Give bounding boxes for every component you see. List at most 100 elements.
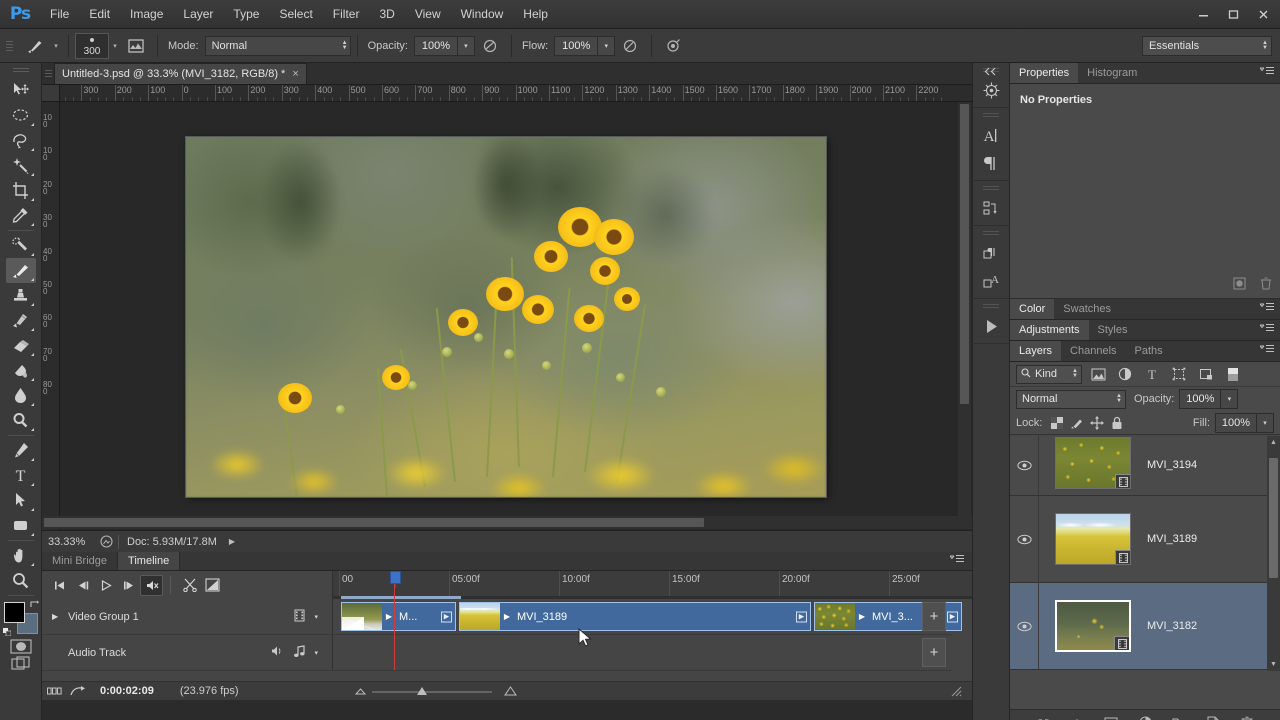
previous-frame-button[interactable] [71,575,94,596]
layer-kind-select[interactable]: Kind ▲ ▼ [1016,364,1082,384]
menu-edit[interactable]: Edit [79,4,120,24]
clip-end-marker-icon[interactable]: ▶ [947,611,958,622]
panel-menu-icon[interactable] [949,554,964,567]
new-layer-button[interactable] [1204,714,1222,720]
trash-icon[interactable] [1260,277,1272,293]
clone-stamp-tool[interactable] [6,283,36,308]
dodge-tool[interactable] [6,408,36,433]
document-tab[interactable]: Untitled-3.psd @ 33.3% (MVI_3182, RGB/8)… [54,63,307,84]
delete-layer-button[interactable] [1238,714,1256,720]
timeline-zoom-slider[interactable] [372,687,492,696]
tablet-pressure-icon[interactable] [658,33,689,58]
collapse-panels-icon[interactable] [974,63,1008,79]
layers-scrollbar[interactable]: ▲ ▼ [1267,436,1280,671]
tab-adjustments[interactable]: Adjustments [1010,320,1089,340]
expand-track-triangle-icon[interactable]: ▶ [52,612,68,621]
go-to-first-frame-button[interactable] [48,575,71,596]
clip-end-marker-icon[interactable]: ▶ [796,611,807,622]
rail-paragraph-button[interactable] [976,149,1006,177]
track-body-video[interactable]: ▶ M... ▶ ▶ MVI_3189 ▶ ▶ MVI_3... ▶ + [332,599,962,635]
close-icon[interactable] [1249,4,1278,26]
panel-menu-icon[interactable] [1259,302,1274,315]
next-frame-button[interactable] [117,575,140,596]
lock-all-button[interactable] [1107,414,1127,432]
lock-image-pixels-button[interactable] [1067,414,1087,432]
filter-toggle-button[interactable] [1222,364,1244,384]
filter-adjustment-button[interactable] [1114,364,1136,384]
tab-timeline[interactable]: Timeline [117,552,181,570]
menu-view[interactable]: View [405,4,451,24]
healing-brush-tool[interactable] [6,233,36,258]
lock-transparent-pixels-button[interactable] [1047,414,1067,432]
brush-preset-picker-icon[interactable] [121,33,151,58]
layer-fill-input[interactable]: 100% [1215,412,1257,433]
add-audio-button[interactable]: + [922,638,946,667]
tab-color[interactable]: Color [1010,299,1055,319]
filter-smart-object-button[interactable] [1195,364,1217,384]
timeline-clip[interactable]: ▶ M... ▶ [341,602,456,631]
split-clip-button[interactable] [178,575,201,596]
rail-grip[interactable] [983,184,999,192]
document-tab-grip[interactable] [42,62,54,84]
swap-colors-icon[interactable] [29,600,39,612]
tab-properties[interactable]: Properties [1010,63,1079,83]
current-timecode[interactable]: 0:00:02:09 [90,685,154,697]
options-bar-grip[interactable] [6,35,16,57]
layer-visibility-toggle[interactable] [1010,534,1038,545]
foreground-color-swatch[interactable] [3,602,25,623]
zoom-level[interactable]: 33.33% [42,536,96,548]
flow-input[interactable]: 100% [554,35,599,56]
zoom-tool[interactable] [6,568,36,593]
brush-tool[interactable] [5,258,36,283]
layer-thumbnail[interactable] [1055,513,1131,565]
rail-grip[interactable] [983,302,999,310]
minimize-icon[interactable] [1189,4,1218,26]
brush-tool-caret[interactable]: ▾ [50,34,62,58]
move-tool[interactable] [6,78,36,103]
filter-pixel-button[interactable] [1087,364,1109,384]
speaker-icon[interactable] [271,645,284,660]
timeline-ruler[interactable]: 00 05:00f 10:00f 15:00f 20:00f 25:00f [332,571,972,599]
canvas-horizontal-scrollbar[interactable] [42,516,972,529]
menu-layer[interactable]: Layer [173,4,223,24]
airbrush-icon[interactable] [615,33,646,58]
path-selection-tool[interactable] [6,488,36,513]
tab-styles[interactable]: Styles [1089,320,1137,340]
menu-type[interactable]: Type [223,4,269,24]
brush-size-field[interactable]: 300 [75,32,109,59]
menu-3d[interactable]: 3D [369,4,404,24]
render-video-icon[interactable] [66,685,90,697]
history-brush-tool[interactable] [6,308,36,333]
play-button[interactable] [94,575,117,596]
brush-tool-icon[interactable] [20,33,50,58]
tab-mini-bridge[interactable]: Mini Bridge [42,552,117,570]
add-layer-mask-button[interactable] [1102,714,1120,720]
rail-layer-comps-button[interactable] [976,239,1006,267]
lock-position-button[interactable] [1087,414,1107,432]
rail-grip[interactable] [983,111,999,119]
canvas-area[interactable] [60,102,972,530]
timeline-resize-grip[interactable] [944,686,968,697]
track-menu-triangle-icon[interactable]: ▾ [314,613,318,621]
type-tool[interactable]: T [6,463,36,488]
layer-opacity-dropdown-icon[interactable]: ▾ [1221,389,1239,409]
tools-panel-grip[interactable] [12,65,29,75]
layer-style-button[interactable]: fx [1068,714,1086,720]
menu-filter[interactable]: Filter [323,4,370,24]
opacity-input[interactable]: 100% [413,35,458,56]
layer-thumbnail[interactable] [1055,600,1131,652]
film-strip-icon[interactable] [293,609,306,625]
table-row[interactable]: MVI_3189 [1010,495,1280,583]
rail-character-button[interactable]: A [976,121,1006,149]
rail-paragraph-styles-button[interactable]: A [976,267,1006,295]
opacity-dropdown-icon[interactable]: ▾ [457,35,475,56]
menu-select[interactable]: Select [269,4,322,24]
brush-size-caret[interactable]: ▾ [109,34,121,58]
music-note-icon[interactable] [293,644,306,661]
clip-expand-triangle-icon[interactable]: ▶ [500,612,514,621]
mask-icon[interactable] [1233,277,1246,293]
maximize-icon[interactable] [1219,4,1248,26]
canvas-vertical-scrollbar[interactable] [958,102,971,516]
rail-actions-button[interactable] [976,194,1006,222]
blend-mode-select[interactable]: Normal ▲ ▼ [204,35,351,56]
